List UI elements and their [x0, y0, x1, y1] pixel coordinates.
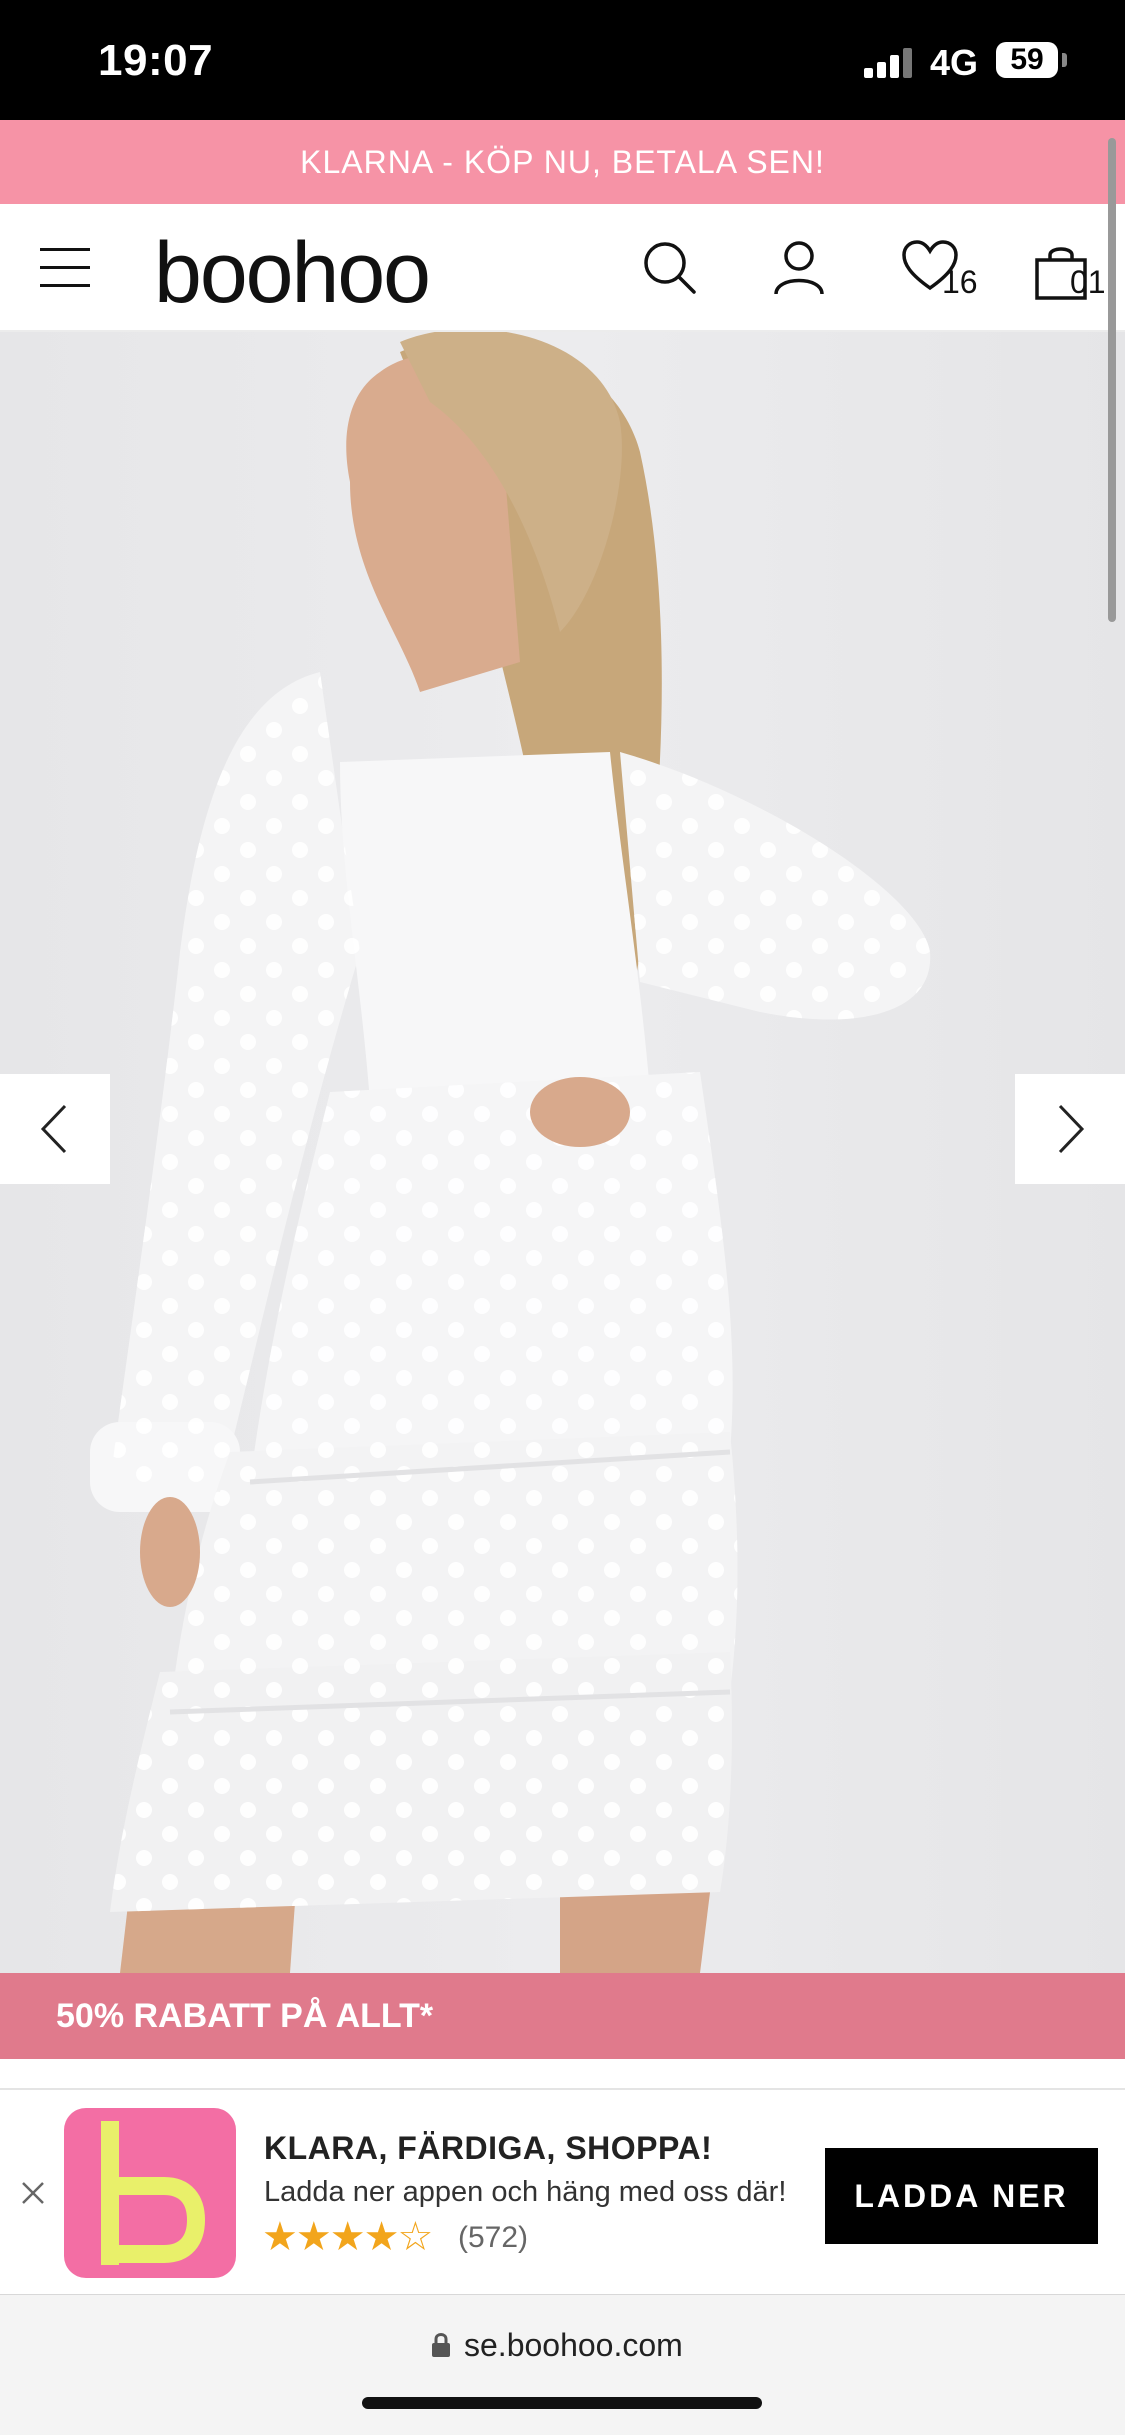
app-banner-subtitle: Ladda ner appen och häng med oss där! — [264, 2176, 787, 2208]
product-illustration — [90, 332, 931, 1973]
close-icon[interactable] — [18, 2178, 48, 2208]
site-header: boohoo 16 01 — [0, 204, 1125, 332]
review-count: (572) — [458, 2221, 529, 2254]
chevron-left-icon — [40, 1104, 67, 1154]
status-bar: 19:07 4G 59 — [0, 0, 1125, 120]
brand-logo[interactable]: boohoo — [154, 224, 431, 323]
boohoo-b-icon — [101, 2121, 206, 2265]
search-icon[interactable] — [640, 238, 698, 296]
browser-url-bar[interactable]: se.boohoo.com — [0, 2294, 1125, 2435]
battery-tip — [1062, 53, 1067, 67]
prev-image-button[interactable] — [0, 1074, 110, 1184]
app-download-banner: KLARA, FÄRDIGA, SHOPPA! Ladda ner appen … — [0, 2088, 1125, 2294]
network-label: 4G — [930, 42, 979, 83]
signal-icon — [864, 48, 916, 78]
wishlist-count: 16 — [942, 264, 978, 300]
scrollbar[interactable] — [1108, 138, 1116, 622]
lock-icon — [432, 2333, 450, 2357]
home-indicator[interactable] — [362, 2397, 762, 2409]
battery-icon: 59 — [996, 42, 1058, 78]
app-logo — [64, 2108, 236, 2278]
product-image[interactable] — [0, 332, 1125, 1973]
rating-stars: ★★★★☆ — [262, 2215, 433, 2259]
status-time: 19:07 — [98, 36, 214, 85]
chevron-right-icon — [1058, 1104, 1085, 1154]
bag-count: 01 — [1070, 264, 1106, 300]
sale-banner[interactable]: 50% RABATT PÅ ALLT* — [0, 1973, 1125, 2059]
next-image-button[interactable] — [1015, 1074, 1125, 1184]
menu-icon[interactable] — [40, 242, 92, 294]
promo-bar[interactable]: KLARNA - KÖP NU, BETALA SEN! — [0, 120, 1125, 204]
app-banner-title: KLARA, FÄRDIGA, SHOPPA! — [264, 2130, 713, 2166]
account-icon[interactable] — [770, 238, 828, 296]
download-button[interactable]: LADDA NER — [825, 2148, 1098, 2244]
url-text[interactable]: se.boohoo.com — [464, 2327, 683, 2364]
